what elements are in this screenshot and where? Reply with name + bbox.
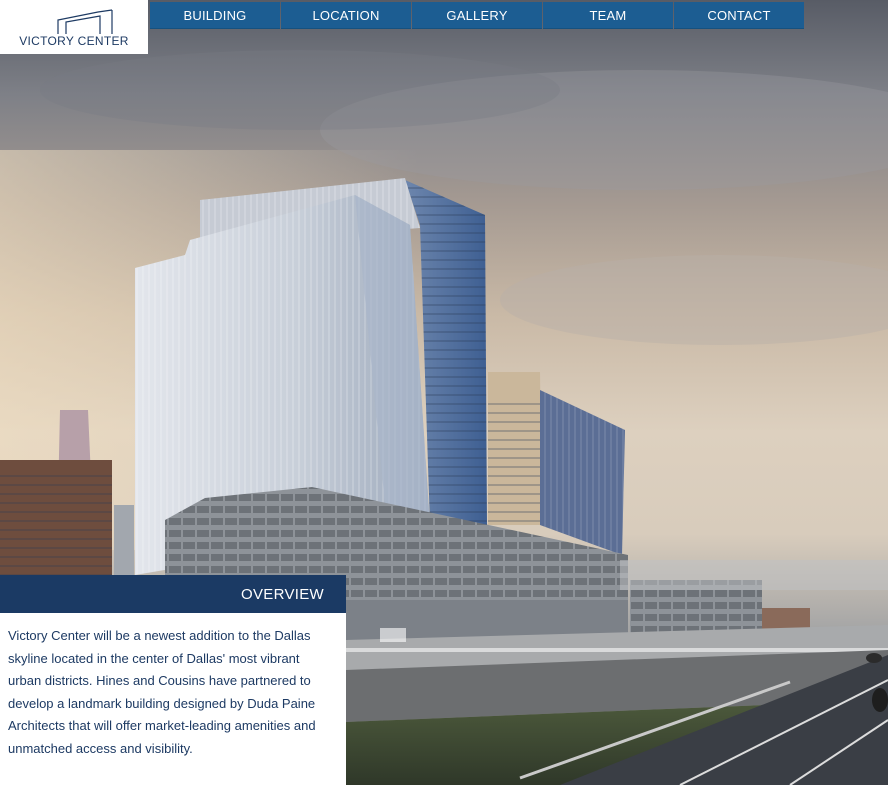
- overview-text: Victory Center will be a newest addition…: [0, 613, 346, 785]
- nav-location[interactable]: LOCATION: [281, 2, 411, 29]
- building-outline-icon: [57, 9, 113, 34]
- brand-name: VICTORY CENTER: [19, 34, 129, 48]
- nav-team[interactable]: TEAM: [543, 2, 673, 29]
- nav-building[interactable]: BUILDING: [150, 2, 280, 29]
- main-nav: BUILDING LOCATION GALLERY TEAM CONTACT: [150, 2, 804, 29]
- brand-logo[interactable]: VICTORY CENTER: [0, 0, 148, 54]
- nav-gallery[interactable]: GALLERY: [412, 2, 542, 29]
- nav-contact[interactable]: CONTACT: [674, 2, 804, 29]
- overview-title: OVERVIEW: [0, 575, 346, 613]
